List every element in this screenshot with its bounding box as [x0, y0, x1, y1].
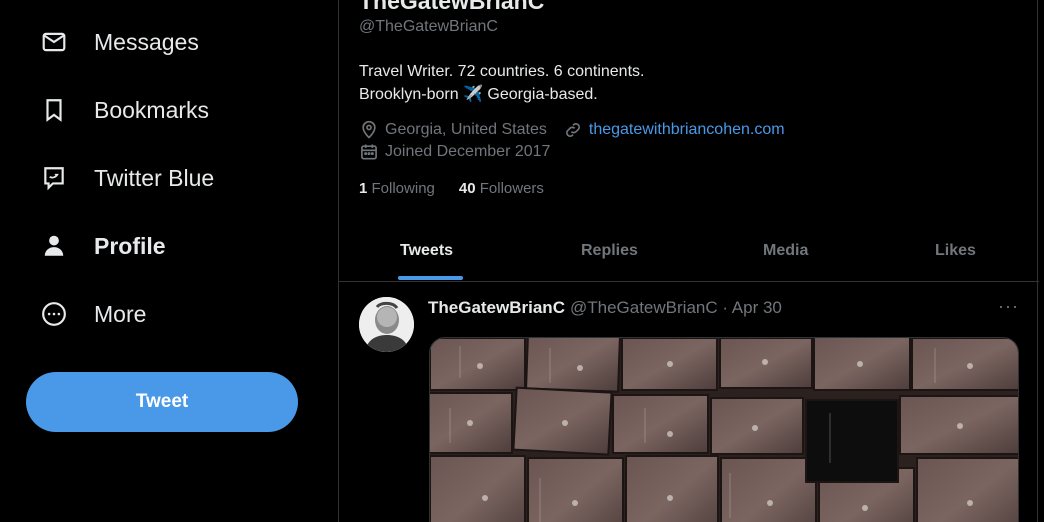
link-icon [565, 123, 580, 137]
profile-tabs: Tweets Replies Media Likes [339, 222, 1039, 282]
tweet-button[interactable]: Tweet [26, 372, 298, 432]
profile-meta: Georgia, United States thegatewithbrianc… [359, 120, 801, 140]
tab-likes[interactable]: Likes [935, 222, 976, 280]
sidebar-item-twitter-blue[interactable]: Twitter Blue [40, 158, 214, 198]
joined-text: Joined December 2017 [385, 143, 551, 160]
active-tab-indicator [398, 276, 463, 280]
followers-label: Followers [479, 180, 544, 197]
sidebar-item-label: Messages [94, 28, 199, 55]
person-icon [40, 232, 68, 260]
following-label: Following [371, 180, 435, 197]
tweet-author-name[interactable]: TheGatewBrianC [428, 298, 565, 318]
bio-line: Travel Writer. 72 countries. 6 continent… [359, 63, 645, 80]
profile-bio: Travel Writer. 72 countries. 6 continent… [359, 60, 644, 106]
sidebar-item-label: Profile [94, 232, 166, 259]
twitter-blue-icon [40, 164, 68, 192]
website-link[interactable]: thegatewithbriancohen.com [589, 121, 785, 139]
bookmark-icon [40, 96, 68, 124]
profile-handle: @TheGatewBrianC [359, 18, 498, 35]
location-text: Georgia, United States [385, 121, 547, 138]
bio-line: Brooklyn-born ✈️ Georgia-based. [359, 86, 598, 103]
sidebar-nav: Messages Bookmarks Twitter Blue Profile [0, 0, 338, 522]
location-pin-icon [362, 120, 376, 139]
sidebar-item-label: Bookmarks [94, 96, 210, 123]
followers-count: 40 [458, 180, 476, 197]
tweet-handle-date[interactable]: @TheGatewBrianC · Apr 30 [570, 298, 782, 318]
tab-media[interactable]: Media [763, 222, 808, 280]
profile-joined: Joined December 2017 [359, 142, 566, 162]
joined: Joined December 2017 [359, 142, 550, 162]
follow-stats: 1 Following 40 Followers [359, 180, 568, 197]
sidebar-item-profile[interactable]: Profile [40, 226, 166, 266]
following-link[interactable]: 1 Following [359, 180, 435, 197]
sidebar-item-more[interactable]: More [40, 294, 146, 334]
envelope-icon [40, 28, 68, 56]
tweet-header: TheGatewBrianC @TheGatewBrianC · Apr 30 [428, 298, 782, 318]
following-count: 1 [359, 180, 368, 197]
profile-main: TheGatewBrianC @TheGatewBrianC Travel Wr… [338, 0, 1039, 522]
sidebar-item-label: Twitter Blue [94, 164, 215, 191]
sidebar-item-messages[interactable]: Messages [40, 22, 199, 62]
sidebar-item-label: More [94, 300, 147, 327]
followers-link[interactable]: 40 Followers [459, 180, 544, 197]
sidebar-item-bookmarks[interactable]: Bookmarks [40, 90, 209, 130]
tab-tweets[interactable]: Tweets [400, 222, 453, 280]
tweet-card[interactable]: TheGatewBrianC @TheGatewBrianC · Apr 30 … [339, 282, 1039, 522]
tweet-media-image[interactable] [429, 337, 1019, 522]
avatar[interactable] [359, 297, 414, 352]
profile-display-name: TheGatewBrianC [359, 0, 545, 14]
website[interactable]: thegatewithbriancohen.com [563, 120, 785, 140]
more-circle-icon [40, 300, 68, 328]
tweet-more-icon[interactable]: ··· [998, 296, 1019, 317]
tab-replies[interactable]: Replies [581, 222, 638, 280]
location: Georgia, United States [359, 120, 547, 140]
calendar-icon [361, 144, 377, 160]
